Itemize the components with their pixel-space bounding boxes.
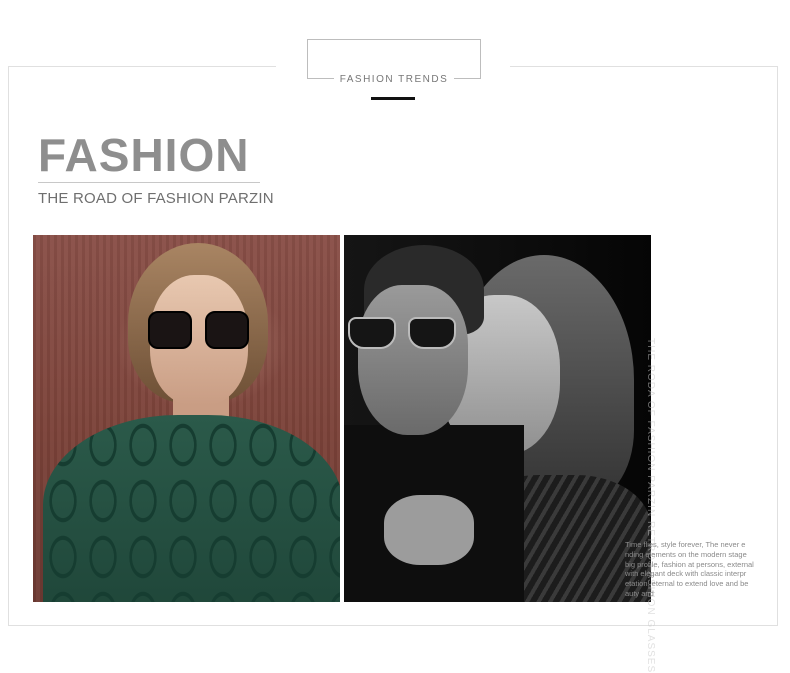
- green-lattice-dress: [43, 415, 340, 602]
- aviator-lens-left: [348, 317, 396, 349]
- caption-line: etation, eternal to extend love and be: [625, 579, 749, 589]
- caption-text: Time flies, style forever, The never e n…: [625, 540, 770, 599]
- caption-line: auty and: [625, 588, 654, 598]
- title-divider: [38, 182, 260, 183]
- hand-shape: [384, 495, 474, 565]
- vertical-line-1: THE RODA OF FASHION PARZIN: [645, 338, 656, 518]
- caption-line: nding elements on the modern stage: [625, 549, 747, 559]
- photo-couple-aviators: [344, 235, 651, 602]
- caption-line: big profile, fashion at persons, externa…: [625, 559, 754, 569]
- sunglasses-lens-left: [148, 311, 192, 349]
- caption-line: with elegant deck with classic interpr: [625, 569, 747, 579]
- page-title: FASHION: [38, 129, 250, 181]
- page-subtitle: THE ROAD OF FASHION PARZIN: [38, 190, 274, 207]
- caption-line: Time flies, style forever, The never e: [625, 540, 746, 549]
- section-badge: FASHION TRENDS: [307, 39, 481, 85]
- aviator-lens-right: [408, 317, 456, 349]
- photo-woman-sunglasses: [33, 235, 340, 602]
- man-face-shape: [358, 285, 468, 435]
- accent-bar: [371, 97, 415, 100]
- sunglasses-lens-right: [205, 311, 249, 349]
- vertical-watermark-text: THE RODA OF FASHION PARZIN RETRO FASHION…: [626, 338, 656, 673]
- badge-label: FASHION TRENDS: [333, 74, 455, 85]
